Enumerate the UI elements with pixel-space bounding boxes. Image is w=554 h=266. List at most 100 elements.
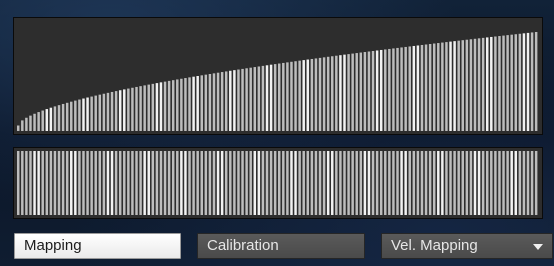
velocity-curve-bar[interactable]: [326, 56, 330, 131]
velocity-curve-bar[interactable]: [490, 36, 493, 132]
velocity-curve-bar[interactable]: [506, 35, 509, 131]
velocity-curve-bar[interactable]: [335, 55, 338, 131]
velocity-curve-bar[interactable]: [171, 80, 175, 131]
velocity-curve-bar[interactable]: [534, 32, 538, 131]
velocity-curve-bar[interactable]: [432, 43, 436, 131]
velocity-curve-bar[interactable]: [453, 41, 456, 131]
velocity-curve-bar[interactable]: [65, 102, 69, 131]
velocity-mapping-select[interactable]: Vel. Mapping: [381, 233, 553, 259]
velocity-curve-bar[interactable]: [53, 106, 57, 131]
velocity-curve-bar[interactable]: [127, 88, 130, 131]
velocity-curve-bar[interactable]: [339, 55, 342, 131]
velocity-curve-bar[interactable]: [522, 33, 526, 131]
velocity-curve-bar[interactable]: [351, 53, 354, 132]
velocity-curve-bar[interactable]: [371, 50, 375, 131]
velocity-curve-bar[interactable]: [155, 83, 159, 131]
velocity-curve-bar[interactable]: [257, 66, 261, 131]
velocity-curve-bar[interactable]: [82, 98, 85, 131]
velocity-curve-bar[interactable]: [167, 80, 171, 131]
velocity-curve-bar[interactable]: [135, 86, 138, 131]
velocity-curve-bar[interactable]: [151, 83, 155, 131]
velocity-curve-bar[interactable]: [70, 101, 73, 131]
velocity-curve-bar[interactable]: [379, 49, 383, 131]
velocity-curve-bar[interactable]: [384, 49, 387, 132]
velocity-curve-bar[interactable]: [298, 60, 301, 131]
velocity-curve-bar[interactable]: [98, 94, 102, 131]
velocity-curve-bar[interactable]: [224, 71, 228, 131]
velocity-curve-bar[interactable]: [400, 47, 403, 131]
velocity-curve-bar[interactable]: [375, 50, 379, 131]
velocity-curve-bar[interactable]: [290, 61, 293, 131]
velocity-curve-bar[interactable]: [412, 45, 416, 131]
velocity-curve-bar[interactable]: [408, 46, 411, 132]
velocity-curve-bar[interactable]: [17, 125, 20, 132]
velocity-curve-bar[interactable]: [367, 51, 371, 132]
velocity-curve-bar[interactable]: [49, 107, 53, 131]
velocity-curve-bar[interactable]: [106, 92, 110, 131]
velocity-curve-bar[interactable]: [416, 45, 420, 131]
calibration-tab[interactable]: Calibration: [197, 233, 365, 259]
velocity-curve-bar[interactable]: [461, 40, 464, 131]
velocity-curve-bar[interactable]: [86, 97, 89, 131]
velocity-curve-bar[interactable]: [102, 93, 106, 131]
velocity-curve-bar[interactable]: [498, 36, 501, 131]
velocity-curve-bar[interactable]: [94, 95, 97, 131]
velocity-curve-bar[interactable]: [159, 82, 163, 131]
velocity-curve-bar[interactable]: [269, 64, 273, 131]
velocity-curve-bar[interactable]: [57, 105, 61, 131]
velocity-curve-bar[interactable]: [139, 86, 142, 131]
velocity-curve-bar[interactable]: [249, 67, 252, 131]
velocity-curve-bar[interactable]: [118, 90, 122, 131]
velocity-curve-bar[interactable]: [176, 79, 179, 131]
velocity-curve-bar[interactable]: [163, 81, 167, 131]
velocity-curve-bar[interactable]: [216, 72, 220, 131]
velocity-curve-bar[interactable]: [237, 69, 240, 131]
velocity-curve-bar[interactable]: [278, 63, 281, 131]
velocity-curve-bar[interactable]: [347, 54, 350, 131]
velocity-curve-bar[interactable]: [29, 115, 32, 131]
mapping-tab[interactable]: Mapping: [14, 233, 181, 259]
velocity-curve-bar[interactable]: [261, 65, 265, 131]
velocity-curve-bar[interactable]: [359, 52, 363, 131]
velocity-curve-bar[interactable]: [37, 112, 40, 131]
velocity-curve-bar[interactable]: [437, 43, 440, 131]
velocity-curve-bar[interactable]: [200, 75, 203, 131]
velocity-curve-bar[interactable]: [282, 62, 285, 131]
velocity-curve-bar[interactable]: [123, 89, 126, 131]
velocity-curve-bar[interactable]: [331, 56, 334, 131]
velocity-curve-bar[interactable]: [445, 42, 448, 132]
velocity-curve-bar[interactable]: [396, 47, 399, 131]
velocity-curve-bar[interactable]: [322, 57, 326, 131]
velocity-curve-bar[interactable]: [253, 67, 257, 131]
velocity-curve-bar[interactable]: [302, 60, 305, 131]
velocity-curve-display[interactable]: [13, 17, 543, 135]
velocity-curve-bar[interactable]: [494, 36, 497, 131]
velocity-curve-bar[interactable]: [184, 78, 187, 131]
velocity-curve-bar[interactable]: [21, 120, 24, 131]
velocity-curve-bar[interactable]: [180, 78, 183, 131]
velocity-curve-bar[interactable]: [441, 42, 444, 131]
velocity-curve-bar[interactable]: [518, 33, 522, 131]
velocity-curve-bar[interactable]: [473, 38, 477, 131]
velocity-curve-bar[interactable]: [457, 40, 460, 131]
velocity-curve-bar[interactable]: [388, 48, 391, 132]
velocity-curve-bars[interactable]: [14, 18, 542, 134]
velocity-curve-bar[interactable]: [74, 100, 77, 131]
velocity-curve-bar[interactable]: [273, 64, 277, 131]
velocity-curve-bar[interactable]: [318, 57, 322, 131]
velocity-curve-bar[interactable]: [449, 41, 452, 131]
velocity-curve-bar[interactable]: [143, 85, 146, 131]
velocity-curve-bar[interactable]: [41, 110, 44, 131]
velocity-curve-bar[interactable]: [196, 76, 199, 131]
velocity-curve-bar[interactable]: [306, 59, 310, 131]
velocity-curve-bar[interactable]: [241, 68, 244, 131]
velocity-curve-bar[interactable]: [314, 58, 318, 131]
velocity-curve-bar[interactable]: [481, 37, 485, 131]
velocity-curve-bar[interactable]: [424, 44, 428, 131]
velocity-curve-bar[interactable]: [192, 76, 195, 131]
velocity-curve-bar[interactable]: [61, 103, 65, 131]
velocity-curve-bar[interactable]: [33, 113, 36, 131]
velocity-curve-bar[interactable]: [404, 46, 407, 132]
velocity-curve-bar[interactable]: [78, 99, 81, 131]
velocity-curve-bar[interactable]: [212, 73, 216, 131]
